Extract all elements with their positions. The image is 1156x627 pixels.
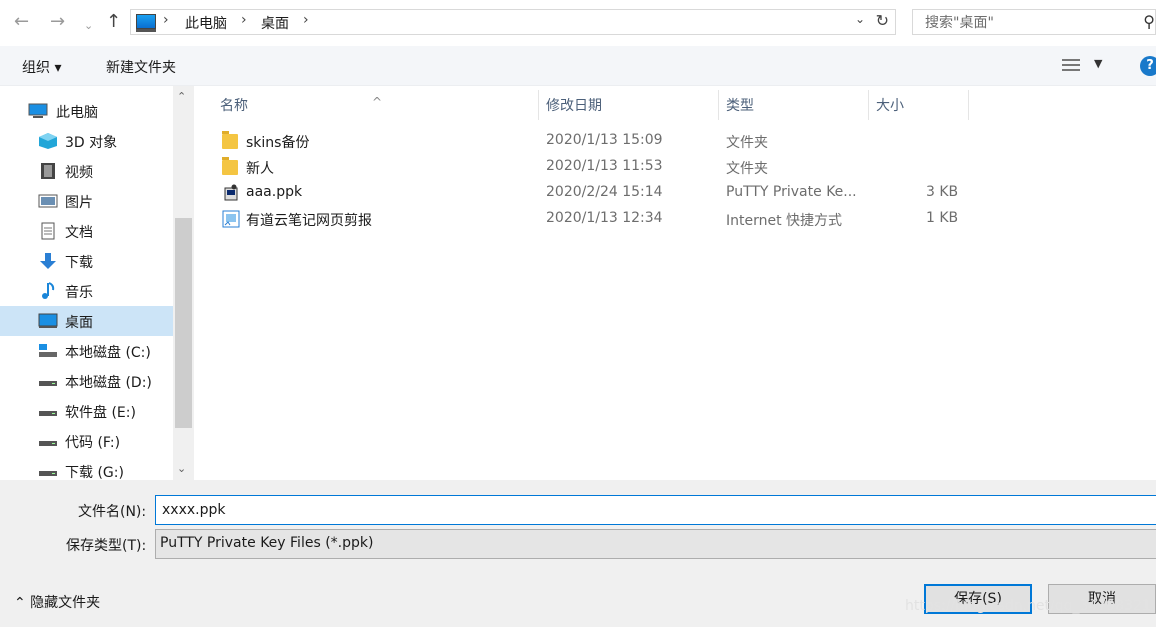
file-size: 3 KB <box>926 184 959 200</box>
file-list: ^ 名称 修改日期 类型 大小 skins备份 2020/1/13 15:09 … <box>200 86 1156 480</box>
scroll-down-icon[interactable]: ⌄ <box>177 462 186 475</box>
file-name: 有道云笔记网页剪报 <box>246 213 372 229</box>
filetype-label: 保存类型(T): <box>66 538 147 554</box>
file-date: 2020/1/13 11:53 <box>546 158 663 174</box>
folder-icon <box>222 131 240 150</box>
sidebar-item-3d-objects[interactable]: 3D 对象 <box>0 126 173 156</box>
filename-label: 文件名(N): <box>78 504 147 520</box>
file-date: 2020/1/13 12:34 <box>546 210 663 226</box>
watermark-text: https://blog.csdn.net/qq_34798321 <box>905 598 1151 614</box>
putty-key-file-icon <box>224 184 238 201</box>
save-form: 文件名(N): 保存类型(T): PuTTY Private Key Files… <box>0 480 1156 627</box>
new-folder-button[interactable]: 新建文件夹 <box>106 57 176 77</box>
sidebar-item-pictures[interactable]: 图片 <box>0 186 173 216</box>
column-header-name[interactable]: 名称 <box>220 95 248 115</box>
search-input[interactable] <box>923 13 1127 33</box>
download-arrow-icon <box>40 253 56 269</box>
file-date: 2020/2/24 15:14 <box>546 184 663 200</box>
document-icon <box>41 222 55 240</box>
back-arrow-icon[interactable]: ← <box>14 12 29 32</box>
navigation-pane: 此电脑 3D 对象 视频 图片 文档 下载 音乐 桌面 本地磁盘 (C:) 本地… <box>0 86 194 481</box>
filetype-value: PuTTY Private Key Files (*.ppk) <box>160 535 374 551</box>
up-arrow-icon[interactable]: ↑ <box>106 12 121 32</box>
chevron-down-icon[interactable]: ⌄ <box>855 12 865 26</box>
filetype-select[interactable]: PuTTY Private Key Files (*.ppk) <box>155 529 1156 559</box>
column-header-size[interactable]: 大小 <box>876 95 904 115</box>
hard-drive-icon <box>39 381 57 386</box>
search-icon[interactable]: ⚲ <box>1143 12 1155 31</box>
file-type: 文件夹 <box>726 161 768 177</box>
file-name: 新人 <box>246 161 274 177</box>
refresh-icon[interactable]: ↻ <box>876 11 889 30</box>
desktop-icon <box>136 14 156 32</box>
help-icon[interactable]: ? <box>1140 56 1156 76</box>
nav-scrollbar[interactable]: ⌃ ⌄ <box>173 86 194 480</box>
file-date: 2020/1/13 15:09 <box>546 132 663 148</box>
music-note-icon <box>42 282 55 299</box>
file-name: skins备份 <box>246 135 310 151</box>
hard-drive-icon <box>39 441 57 446</box>
filename-box[interactable] <box>155 495 1156 525</box>
folder-icon <box>222 157 240 176</box>
sidebar-item-desktop[interactable]: 桌面 <box>0 306 173 336</box>
file-type: PuTTY Private Ke... <box>726 184 857 200</box>
view-options-icon[interactable] <box>1062 59 1080 71</box>
hard-drive-icon <box>39 411 57 416</box>
search-box[interactable]: ⚲ <box>912 9 1156 35</box>
column-divider[interactable] <box>538 90 539 120</box>
hard-drive-icon <box>39 471 57 476</box>
column-divider[interactable] <box>868 90 869 120</box>
sidebar-item-downloads[interactable]: 下载 <box>0 246 173 276</box>
breadcrumb-desktop[interactable]: 桌面 <box>261 13 289 33</box>
sidebar-item-drive-d[interactable]: 本地磁盘 (D:) <box>0 366 173 396</box>
address-bar-area: ← → ⌄ ↑ › 此电脑 › 桌面 › ⌄ ↻ ⚲ <box>0 0 1156 46</box>
filename-input[interactable] <box>160 501 1064 519</box>
chevron-right-icon[interactable]: › <box>241 12 247 28</box>
file-row[interactable]: aaa.ppk 2020/2/24 15:14 PuTTY Private Ke… <box>200 180 1156 206</box>
file-row[interactable]: skins备份 2020/1/13 15:09 文件夹 <box>200 128 1156 154</box>
film-icon <box>41 163 55 179</box>
sidebar-item-music[interactable]: 音乐 <box>0 276 173 306</box>
column-headers: ^ 名称 修改日期 类型 大小 <box>200 86 1156 120</box>
sidebar-item-drive-e[interactable]: 软件盘 (E:) <box>0 396 173 426</box>
command-bar: 组织 ▾ 新建文件夹 ▼ ? <box>0 46 1156 86</box>
file-type: Internet 快捷方式 <box>726 213 843 229</box>
chevron-down-icon[interactable]: ▼ <box>1094 57 1102 70</box>
column-divider[interactable] <box>968 90 969 120</box>
system-drive-icon <box>39 344 57 357</box>
scroll-up-icon[interactable]: ⌃ <box>177 90 186 103</box>
sidebar-item-documents[interactable]: 文档 <box>0 216 173 246</box>
column-header-date[interactable]: 修改日期 <box>546 95 602 115</box>
file-row[interactable]: 新人 2020/1/13 11:53 文件夹 <box>200 154 1156 180</box>
desktop-icon <box>38 313 58 328</box>
cube-3d-icon <box>39 133 57 149</box>
sidebar-item-this-pc[interactable]: 此电脑 <box>0 96 173 126</box>
recent-locations-icon[interactable]: ⌄ <box>84 16 93 36</box>
file-name: aaa.ppk <box>246 184 303 200</box>
internet-shortcut-icon <box>222 210 240 228</box>
file-size: 1 KB <box>926 210 959 226</box>
breadcrumb-this-pc[interactable]: 此电脑 <box>185 13 227 33</box>
column-divider[interactable] <box>718 90 719 120</box>
file-type: 文件夹 <box>726 135 768 151</box>
forward-arrow-icon[interactable]: → <box>50 12 65 32</box>
picture-icon <box>38 194 58 208</box>
file-row[interactable]: 有道云笔记网页剪报 2020/1/13 12:34 Internet 快捷方式 … <box>200 206 1156 232</box>
sort-ascending-icon: ^ <box>372 95 383 109</box>
chevron-right-icon[interactable]: › <box>303 12 309 28</box>
chevron-right-icon[interactable]: › <box>163 12 169 28</box>
sidebar-item-drive-f[interactable]: 代码 (F:) <box>0 426 173 456</box>
sidebar-item-drive-c[interactable]: 本地磁盘 (C:) <box>0 336 173 366</box>
organize-button[interactable]: 组织 ▾ <box>22 57 61 77</box>
address-box[interactable]: › 此电脑 › 桌面 › ⌄ ↻ <box>130 9 896 35</box>
scroll-thumb[interactable] <box>175 218 192 428</box>
hide-folders-toggle[interactable]: ⌃ 隐藏文件夹 <box>14 592 100 612</box>
column-header-type[interactable]: 类型 <box>726 95 754 115</box>
computer-icon <box>28 103 48 118</box>
sidebar-item-videos[interactable]: 视频 <box>0 156 173 186</box>
